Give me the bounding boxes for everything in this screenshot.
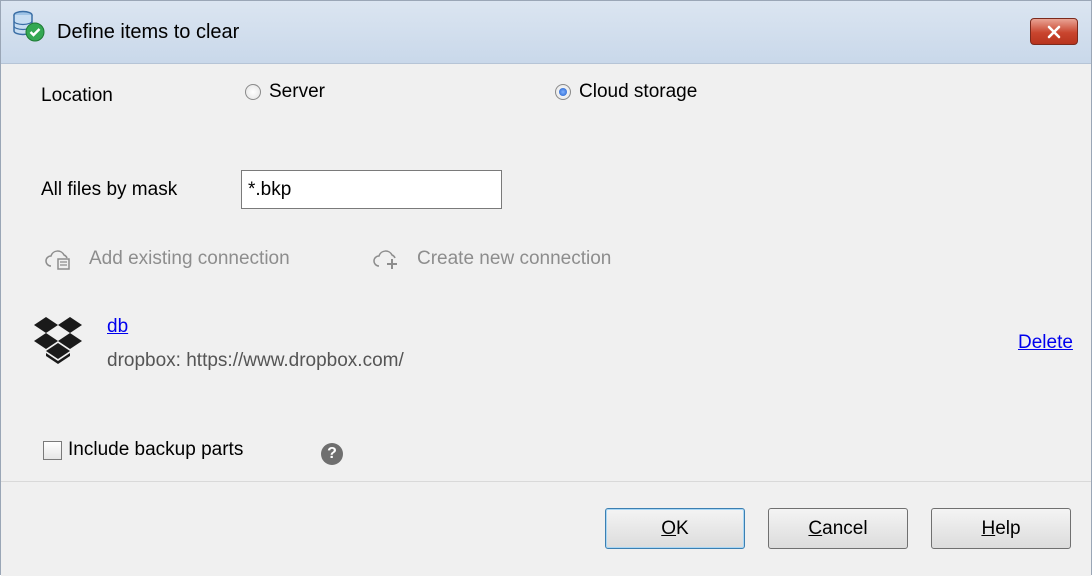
help-button[interactable]: Help <box>931 508 1071 549</box>
connection-name-link[interactable]: db <box>107 316 128 338</box>
radio-cloud-storage[interactable]: Cloud storage <box>555 81 697 103</box>
connection-description: dropbox: https://www.dropbox.com/ <box>107 350 404 371</box>
dialog-window: Define items to clear Location Server Cl… <box>0 0 1092 576</box>
radio-cloud-storage-label: Cloud storage <box>579 81 698 102</box>
mask-label: All files by mask <box>41 179 178 200</box>
cloud-list-icon <box>45 250 70 270</box>
close-button[interactable] <box>1030 18 1078 45</box>
title-bar: Define items to clear <box>1 1 1091 64</box>
radio-server-indicator[interactable] <box>245 84 261 100</box>
delete-connection-link[interactable]: Delete <box>1018 332 1073 354</box>
window-title: Define items to clear <box>57 21 240 43</box>
dialog-content: Location Server Cloud storage All files … <box>1 65 1091 576</box>
close-icon <box>1047 25 1061 38</box>
footer-divider <box>1 481 1091 482</box>
mask-input[interactable] <box>241 170 502 209</box>
add-existing-connection-label: Add existing connection <box>89 248 290 269</box>
ok-button[interactable]: OK <box>605 508 745 549</box>
radio-server[interactable]: Server <box>245 81 325 103</box>
database-check-icon <box>13 10 45 42</box>
location-label: Location <box>41 85 113 106</box>
cloud-add-icon <box>373 250 397 269</box>
include-backup-parts-checkbox[interactable] <box>43 440 62 460</box>
radio-server-label: Server <box>269 81 325 102</box>
radio-cloud-storage-indicator[interactable] <box>555 84 571 100</box>
include-backup-parts-label: Include backup parts <box>68 439 244 460</box>
add-existing-connection-button[interactable]: Add existing connection <box>43 247 290 271</box>
cancel-button[interactable]: Cancel <box>768 508 908 549</box>
create-new-connection-label: Create new connection <box>417 248 612 269</box>
help-question-icon[interactable]: ? <box>321 443 343 465</box>
create-new-connection-button[interactable]: Create new connection <box>371 247 611 271</box>
include-backup-parts[interactable]: Include backup parts <box>43 439 243 461</box>
dropbox-icon <box>34 317 82 364</box>
